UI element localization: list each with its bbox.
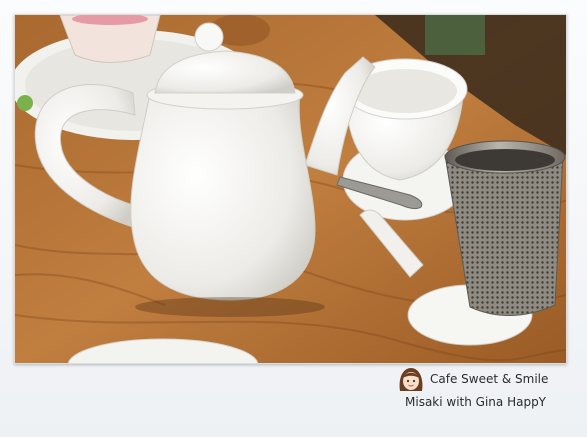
teapot-body	[130, 92, 316, 301]
teapot-knob	[194, 22, 224, 52]
tea-set-photo	[14, 14, 567, 364]
caption-cafe-name: Cafe Sweet & Smile	[430, 372, 549, 386]
teapot-shadow	[135, 297, 325, 317]
photo-frame: Cafe Sweet & Smile Misaki with Gina Happ…	[0, 0, 587, 437]
mint-leaf	[17, 95, 33, 111]
photo-caption: Cafe Sweet & Smile Misaki with Gina Happ…	[396, 366, 576, 418]
girl-face-icon	[399, 368, 423, 391]
caption-author: Misaki with Gina HappY	[405, 395, 547, 409]
tea-strainer-opening	[455, 149, 555, 171]
background-green-panel	[425, 15, 485, 55]
